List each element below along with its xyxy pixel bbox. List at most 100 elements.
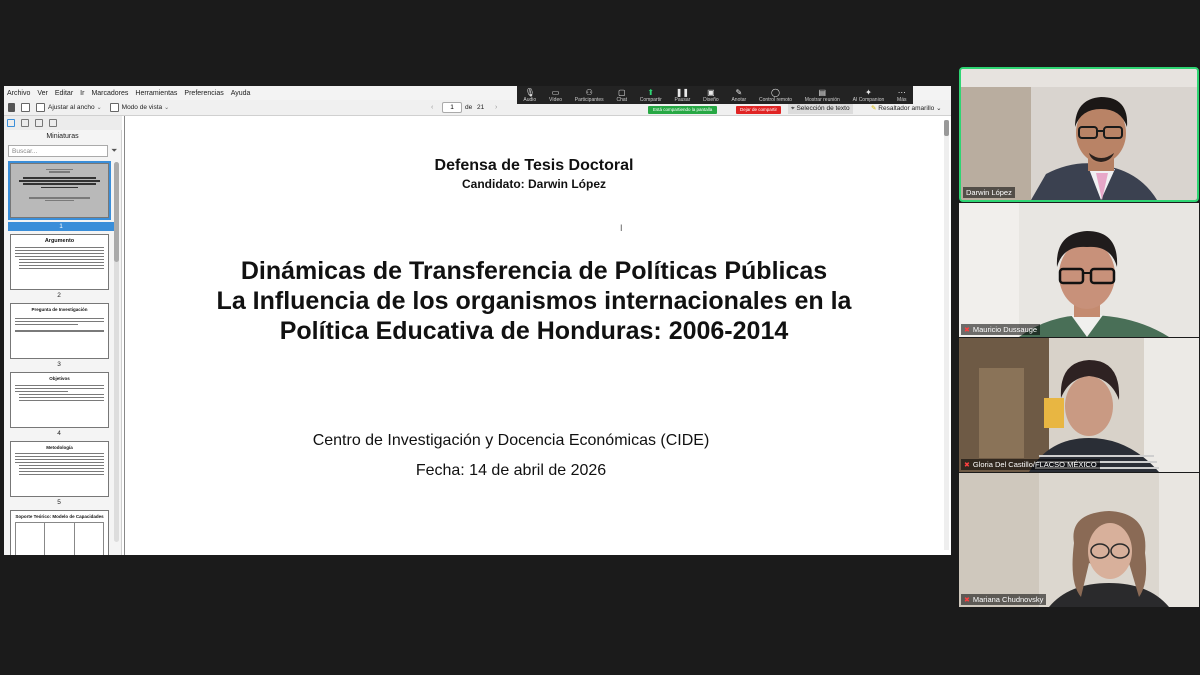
defense-heading: Defensa de Tesis Doctoral <box>434 157 634 174</box>
page-down-icon[interactable]: › <box>495 104 497 111</box>
tab-annotations-icon[interactable] <box>21 119 29 127</box>
thumbnail-page-5[interactable]: Metodología <box>10 441 109 497</box>
filter-icon[interactable]: ⏷ <box>111 146 117 156</box>
ai-companion-button[interactable]: ✦ AI Companion <box>853 88 885 103</box>
video-icon: ▭ <box>551 88 560 97</box>
ai-companion-label: AI Companion <box>852 97 885 103</box>
menu-editar[interactable]: Editar <box>55 90 73 97</box>
fit-width-select[interactable]: Ajustar al ancho ⌄ <box>48 104 102 111</box>
microphone-muted-icon: ✖ <box>964 596 970 604</box>
meeting-share-toolbar: 🎙 Audio ▭ Vídeo ⚇ Participantes ▢ Chat ⬆ Comp… <box>517 86 913 104</box>
pause-button[interactable]: ❚❚ Pausar <box>675 88 691 103</box>
video-tile-darwin[interactable]: Darwin López <box>959 67 1199 202</box>
text-selection-label: Selección de texto <box>796 105 850 112</box>
view-mode-icon <box>109 103 119 112</box>
thumbnail-title: Argumento <box>44 238 75 244</box>
more-button[interactable]: ⋯ Más <box>897 88 906 103</box>
tab-outline-icon[interactable] <box>49 119 57 127</box>
participants-button[interactable]: ⚇ Participantes <box>575 88 604 103</box>
video-tile-gloria[interactable]: ✖ Gloria Del Castillo/FLACSO MÉXICO <box>959 338 1199 472</box>
participant-name-tag: ✖ Mauricio Dussauge <box>961 324 1041 335</box>
show-meeting-icon: ▤ <box>818 88 827 97</box>
page-number-input[interactable]: 1 <box>442 102 462 113</box>
page-total: 21 <box>477 104 485 111</box>
show-meeting-button[interactable]: ▤ Mostrar reunión <box>805 88 840 103</box>
video-tile-mauricio[interactable]: ✖ Mauricio Dussauge <box>959 203 1199 337</box>
annotate-label: Anotar <box>731 97 747 103</box>
fit-width-label: Ajustar al ancho <box>48 104 95 111</box>
thumbnail-page-4[interactable]: Objetivos <box>10 372 109 428</box>
institution-line: Centro de Investigación y Docencia Econó… <box>312 432 710 449</box>
participant-name-tag: ✖ Gloria Del Castillo/FLACSO MÉXICO <box>961 459 1100 470</box>
menu-ayuda[interactable]: Ayuda <box>231 90 251 97</box>
thumbnails-scrollbar[interactable] <box>114 162 119 542</box>
view-mode-select[interactable]: Modo de vista ⌄ <box>122 104 170 111</box>
thesis-title-line-2: La Influencia de los organismos internac… <box>216 287 852 315</box>
audio-button[interactable]: 🎙 Audio <box>523 88 536 103</box>
ai-companion-icon: ✦ <box>865 88 872 97</box>
participant-video <box>959 203 1199 337</box>
thumbnail-page-number: 2 <box>57 292 61 299</box>
remote-control-label: Control remoto <box>758 97 793 103</box>
menu-ir[interactable]: Ir <box>80 90 84 97</box>
page-up-icon[interactable]: ‹ <box>431 104 433 111</box>
sharing-status-badge: Está compartiendo la pantalla <box>648 106 718 114</box>
sidebar-toggle-icon[interactable] <box>8 103 15 112</box>
participant-name-tag: ✖ Mariana Chudnovsky <box>961 594 1047 605</box>
participants-icon: ⚇ <box>585 88 593 97</box>
thumbnail-page-number: 5 <box>57 499 61 506</box>
page-of-label: de <box>465 104 473 111</box>
page-icon[interactable] <box>21 103 30 112</box>
participant-video <box>959 473 1199 607</box>
menu-ver[interactable]: Ver <box>37 90 48 97</box>
participant-name: Mauricio Dussauge <box>972 325 1038 334</box>
menu-marcadores[interactable]: Marcadores <box>91 90 128 97</box>
audio-label: Audio <box>523 97 537 103</box>
annotate-icon: ✎ <box>735 88 743 97</box>
menu-herramientas[interactable]: Herramientas <box>135 90 177 97</box>
participant-name: Darwin López <box>966 188 1012 197</box>
fit-width-icon[interactable] <box>36 103 45 112</box>
microphone-icon: 🎙 <box>524 88 535 97</box>
design-label: Diseño <box>703 97 719 103</box>
remote-control-icon: ◯ <box>771 88 780 97</box>
thumbnail-page-number: 4 <box>57 430 61 437</box>
text-selection-tool[interactable]: ⌖ Selección de texto <box>788 104 853 114</box>
thesis-title-line-1: Dinámicas de Transferencia de Políticas … <box>240 257 828 285</box>
thumbnail-title: Objetivos <box>49 376 70 381</box>
share-button[interactable]: ⬆ Compartir <box>640 88 662 103</box>
participant-video <box>961 69 1197 200</box>
thumbnail-page-1[interactable] <box>8 161 111 220</box>
chat-label: Chat <box>616 97 628 103</box>
participant-name-tag: Darwin López <box>963 187 1015 198</box>
scrollbar-thumb[interactable] <box>944 120 949 136</box>
stop-share-button[interactable]: Dejar de compartir <box>736 106 782 114</box>
pause-label: Pausar <box>674 97 691 103</box>
thumbnail-page-6[interactable]: Soporte Teórico: Modelo de Capacidades <box>10 510 109 555</box>
thumbnail-page-2[interactable]: Argumento <box>10 234 109 290</box>
page-scrollbar[interactable] <box>944 120 949 550</box>
highlighter-tool[interactable]: ✎ Resaltador amarillo ⌄ <box>868 104 945 114</box>
video-button[interactable]: ▭ Vídeo <box>549 88 562 103</box>
remote-control-button[interactable]: ◯ Control remoto <box>759 88 792 103</box>
thumbnail-title: Soporte Teórico: Modelo de Capacidades <box>15 514 104 519</box>
video-tile-mariana[interactable]: ✖ Mariana Chudnovsky <box>959 473 1199 607</box>
chat-button[interactable]: ▢ Chat <box>616 88 627 103</box>
more-icon: ⋯ <box>897 88 906 97</box>
design-button[interactable]: ▣ Diseño <box>703 88 719 103</box>
share-icon: ⬆ <box>647 88 655 97</box>
menu-preferencias[interactable]: Preferencias <box>184 90 223 97</box>
sidebar-tabs <box>4 116 122 130</box>
candidate-line: Candidato: Darwin López <box>462 177 606 191</box>
date-line: Fecha: 14 de abril de 2026 <box>415 462 607 479</box>
more-label: Más <box>897 97 907 103</box>
tab-bookmarks-icon[interactable] <box>35 119 43 127</box>
thumbnail-page-3[interactable]: Pregunta de Investigación <box>10 303 109 359</box>
pdf-viewer-window: Archivo Ver Editar Ir Marcadores Herrami… <box>4 86 951 555</box>
thumbnail-search-input[interactable]: Buscar... <box>8 145 108 157</box>
menu-archivo[interactable]: Archivo <box>7 90 30 97</box>
annotate-button[interactable]: ✎ Anotar <box>731 88 746 103</box>
scrollbar-thumb[interactable] <box>114 162 119 262</box>
pause-icon: ❚❚ <box>675 88 690 97</box>
tab-thumbnails-icon[interactable] <box>7 119 15 127</box>
